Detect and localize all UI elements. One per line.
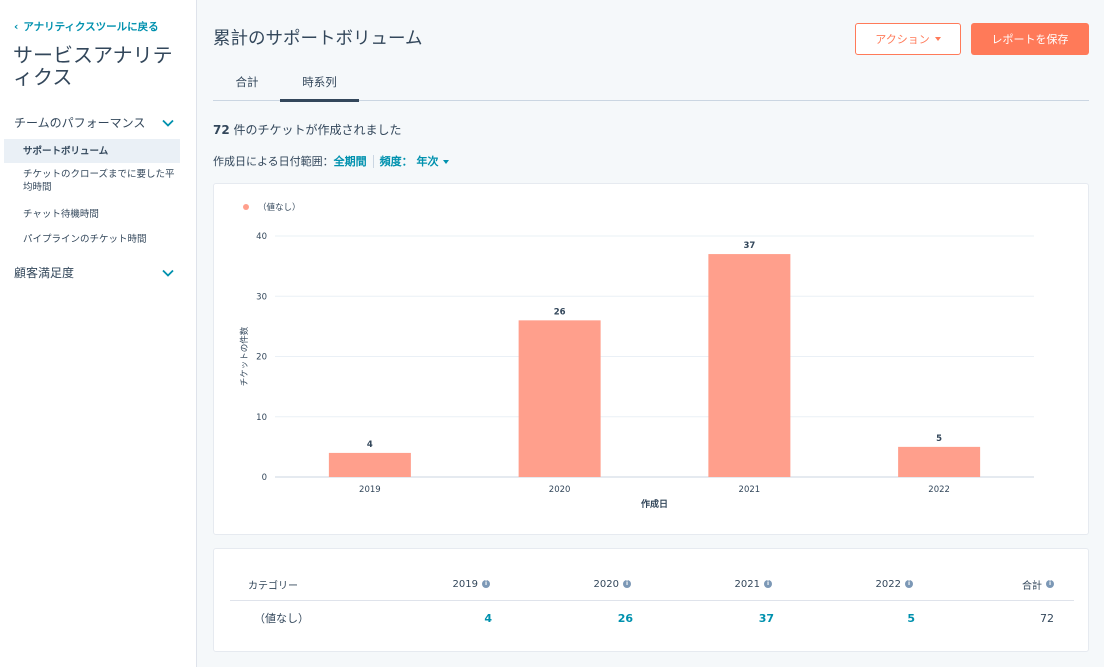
sidebar-item-label: チケットのクローズまでに要した平均時間: [23, 169, 175, 193]
table-header-row: カテゴリー 2019 i 2020 i 2021 i 2022 i 合計 i: [230, 567, 1074, 601]
info-icon[interactable]: i: [623, 580, 631, 588]
header-label: 合計: [1022, 580, 1042, 592]
frequency-label: 頻度：: [379, 155, 413, 168]
chevron-down-icon: [162, 119, 174, 127]
bar-data-label: 37: [743, 241, 755, 251]
info-icon[interactable]: i: [1046, 580, 1054, 588]
ticket-count: 72: [213, 123, 230, 137]
data-table-card: カテゴリー 2019 i 2020 i 2021 i 2022 i 合計 i （値なし） …: [213, 548, 1089, 652]
sidebar-section-label: チームのパフォーマンス: [14, 116, 146, 130]
ticket-count-summary: 72 件のチケットが作成されました: [213, 121, 402, 138]
sidebar: ‹ アナリティクスツールに戻る サービスアナリティクス チームのパフォーマンス サ…: [0, 0, 197, 667]
row-value-2019[interactable]: 4: [390, 601, 492, 635]
sidebar-item-label: パイプラインのチケット時間: [23, 234, 147, 245]
table-header-2021[interactable]: 2021 i: [672, 567, 772, 601]
header-label: 2019: [452, 578, 478, 590]
info-icon[interactable]: i: [482, 580, 490, 588]
sidebar-section-team-performance[interactable]: チームのパフォーマンス: [14, 114, 174, 131]
data-table: カテゴリー 2019 i 2020 i 2021 i 2022 i 合計 i （値なし） …: [230, 567, 1074, 635]
header-label: 2020: [593, 578, 619, 590]
back-to-analytics-link[interactable]: ‹ アナリティクスツールに戻る: [14, 19, 159, 34]
info-icon[interactable]: i: [905, 580, 913, 588]
page-title: 累計のサポートボリューム: [213, 29, 423, 49]
table-row: （値なし） 4 26 37 5 72: [230, 601, 1074, 635]
tab-time-series[interactable]: 時系列: [280, 62, 359, 102]
chart-card: （値なし） 0 10 20 30 40 チケットの件数 4 2019 26 2020 37 2021 5 2…: [213, 183, 1089, 535]
sidebar-item-chat-wait-time[interactable]: チャット待機時間: [4, 208, 180, 221]
sidebar-item-label: チャット待機時間: [23, 209, 99, 220]
table-header-total[interactable]: 合計 i: [954, 567, 1054, 601]
bar: [708, 254, 791, 477]
chevron-left-icon: ‹: [14, 21, 19, 33]
header-label: 2022: [875, 578, 901, 590]
filter-bar: 作成日による日付範囲： 全期間 頻度： 年次: [213, 153, 449, 169]
sidebar-section-customer-satisfaction[interactable]: 顧客満足度: [14, 264, 174, 281]
sidebar-item-avg-close-time[interactable]: チケットのクローズまでに要した平均時間: [4, 168, 180, 194]
row-value-2022[interactable]: 5: [813, 601, 915, 635]
caret-down-icon: [442, 160, 449, 164]
tab-bar: 合計 時系列: [213, 62, 1089, 102]
date-range-filter[interactable]: 全期間: [334, 153, 367, 169]
y-tick-label: 0: [262, 473, 267, 483]
sidebar-item-pipeline-ticket-time[interactable]: パイプラインのチケット時間: [4, 233, 180, 246]
y-tick-label: 40: [256, 232, 267, 242]
table-header-2020[interactable]: 2020 i: [531, 567, 631, 601]
legend-swatch: [243, 204, 249, 210]
frequency-value: 年次: [416, 155, 439, 168]
actions-dropdown-button[interactable]: アクション: [855, 23, 961, 55]
table-header-2022[interactable]: 2022 i: [813, 567, 913, 601]
actions-button-label: アクション: [875, 34, 930, 46]
x-axis-label: 作成日: [641, 498, 668, 510]
tab-total[interactable]: 合計: [225, 62, 269, 101]
sidebar-title: サービスアナリティクス: [13, 43, 173, 89]
bar: [898, 446, 981, 477]
row-value-2020[interactable]: 26: [531, 601, 633, 635]
date-range-label: 作成日による日付範囲：: [213, 155, 334, 168]
y-tick-label: 20: [256, 353, 267, 363]
x-tick-label: 2020: [549, 485, 571, 495]
y-tick-label: 10: [256, 413, 267, 423]
y-axis-label: チケットの件数: [239, 326, 250, 386]
filter-divider: [372, 154, 374, 168]
row-value-2021[interactable]: 37: [672, 601, 774, 635]
sidebar-section-label: 顧客満足度: [14, 266, 75, 280]
x-tick-label: 2019: [359, 485, 381, 495]
header-label: 2021: [734, 578, 760, 590]
bar: [328, 452, 411, 477]
x-tick-label: 2021: [739, 485, 761, 495]
bar-chart: （値なし） 0 10 20 30 40 チケットの件数 4 2019 26 2020 37 2021 5 2…: [239, 202, 1034, 510]
x-tick-label: 2022: [928, 485, 950, 495]
sidebar-item-label: サポートボリューム: [23, 145, 109, 157]
bar-data-label: 26: [554, 307, 566, 317]
y-tick-label: 30: [256, 292, 267, 302]
chevron-down-icon: [162, 269, 174, 277]
table-header-category: カテゴリー: [248, 580, 298, 592]
bar: [518, 320, 601, 477]
sidebar-item-support-volume[interactable]: サポートボリューム: [4, 139, 180, 163]
save-report-button[interactable]: レポートを保存: [971, 23, 1089, 55]
caret-down-icon: [934, 37, 941, 41]
bar-data-label: 4: [367, 440, 373, 450]
ticket-count-text: 件のチケットが作成されました: [229, 123, 402, 137]
bar-data-label: 5: [936, 434, 942, 444]
table-header-2019[interactable]: 2019 i: [390, 567, 490, 601]
frequency-filter[interactable]: 頻度： 年次: [380, 153, 449, 169]
legend-label: （値なし）: [258, 202, 301, 213]
back-link-label: アナリティクスツールに戻る: [23, 21, 159, 33]
row-total: 72: [1040, 611, 1054, 625]
info-icon[interactable]: i: [764, 580, 772, 588]
row-category: （値なし）: [254, 612, 309, 625]
